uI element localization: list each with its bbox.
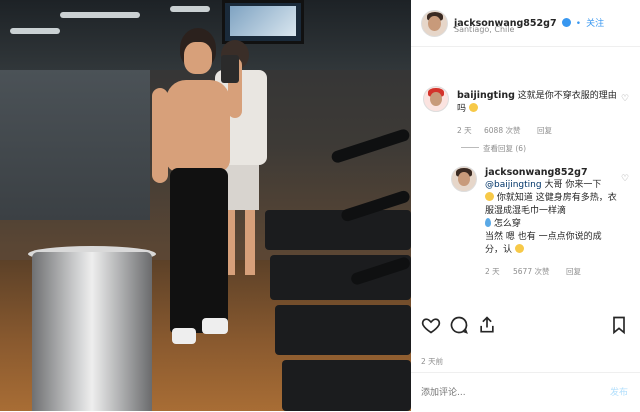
ceiling-light bbox=[60, 12, 140, 18]
phone bbox=[221, 55, 239, 83]
comment-box: 发布 bbox=[411, 372, 640, 412]
reply-likes[interactable]: 5677 次赞 bbox=[513, 266, 549, 277]
follow-button[interactable]: 关注 bbox=[586, 19, 604, 29]
reply-reply-button[interactable]: 回复 bbox=[566, 266, 581, 277]
like-heart-icon[interactable]: ♡ bbox=[621, 174, 631, 184]
comment-icon[interactable] bbox=[449, 315, 469, 335]
post-comment-button[interactable]: 发布 bbox=[610, 385, 628, 398]
comment-time: 2 天 bbox=[457, 126, 472, 135]
heart-icon[interactable] bbox=[421, 315, 441, 335]
droplet-icon bbox=[485, 218, 491, 227]
post-timestamp: 2 天前 bbox=[421, 357, 444, 366]
post-details-panel: jacksonwang852g7 • 关注 Santiago, Chile ba… bbox=[411, 0, 640, 411]
grinning-face-icon bbox=[468, 103, 478, 112]
reply-line3: 怎么穿 bbox=[493, 219, 521, 229]
share-icon[interactable] bbox=[477, 315, 497, 335]
grinning-face-icon bbox=[514, 244, 524, 253]
view-replies-label: 查看回复 (6) bbox=[483, 144, 527, 153]
comment-input[interactable] bbox=[419, 383, 583, 403]
treadmill bbox=[275, 305, 411, 355]
ceiling-light bbox=[10, 28, 60, 34]
post-header: jacksonwang852g7 • 关注 Santiago, Chile bbox=[411, 0, 640, 47]
reply-avatar[interactable] bbox=[451, 166, 477, 192]
reply-username[interactable]: jacksonwang852g7 bbox=[485, 166, 619, 179]
reply-line2: 你就知道 这健身房有多热，衣服湿成湿毛巾一样滴 bbox=[485, 193, 617, 216]
treadmill bbox=[282, 360, 411, 411]
comment-likes[interactable]: 6088 次赞 bbox=[484, 125, 520, 136]
reply-time: 2 天 bbox=[485, 267, 500, 276]
smiley-icon bbox=[485, 192, 494, 201]
reply-line1: 大哥 你来一下 bbox=[541, 180, 602, 190]
post-location[interactable]: Santiago, Chile bbox=[454, 25, 514, 34]
verified-badge-icon bbox=[561, 18, 571, 27]
post-photo[interactable] bbox=[0, 0, 411, 411]
treadmill bbox=[265, 210, 411, 250]
trash-can bbox=[32, 252, 152, 411]
treadmill-rail bbox=[330, 127, 411, 165]
author-avatar[interactable] bbox=[421, 10, 448, 37]
view-replies-link[interactable]: 查看回复 (6) bbox=[461, 143, 526, 154]
gym-window bbox=[0, 70, 150, 220]
comment-reply-button[interactable]: 回复 bbox=[537, 125, 552, 136]
follow-separator: • bbox=[575, 19, 582, 29]
ceiling-light bbox=[170, 6, 210, 12]
commenter-avatar[interactable] bbox=[423, 86, 449, 112]
bookmark-icon[interactable] bbox=[609, 315, 629, 335]
like-heart-icon[interactable]: ♡ bbox=[621, 94, 631, 104]
action-bar bbox=[411, 305, 640, 345]
reply-mention[interactable]: @baijingting bbox=[485, 180, 542, 190]
reply-line4: 当然 嗯 也有 一点点你说的成分，认 bbox=[485, 232, 602, 255]
commenter-username[interactable]: baijingting bbox=[457, 90, 515, 101]
